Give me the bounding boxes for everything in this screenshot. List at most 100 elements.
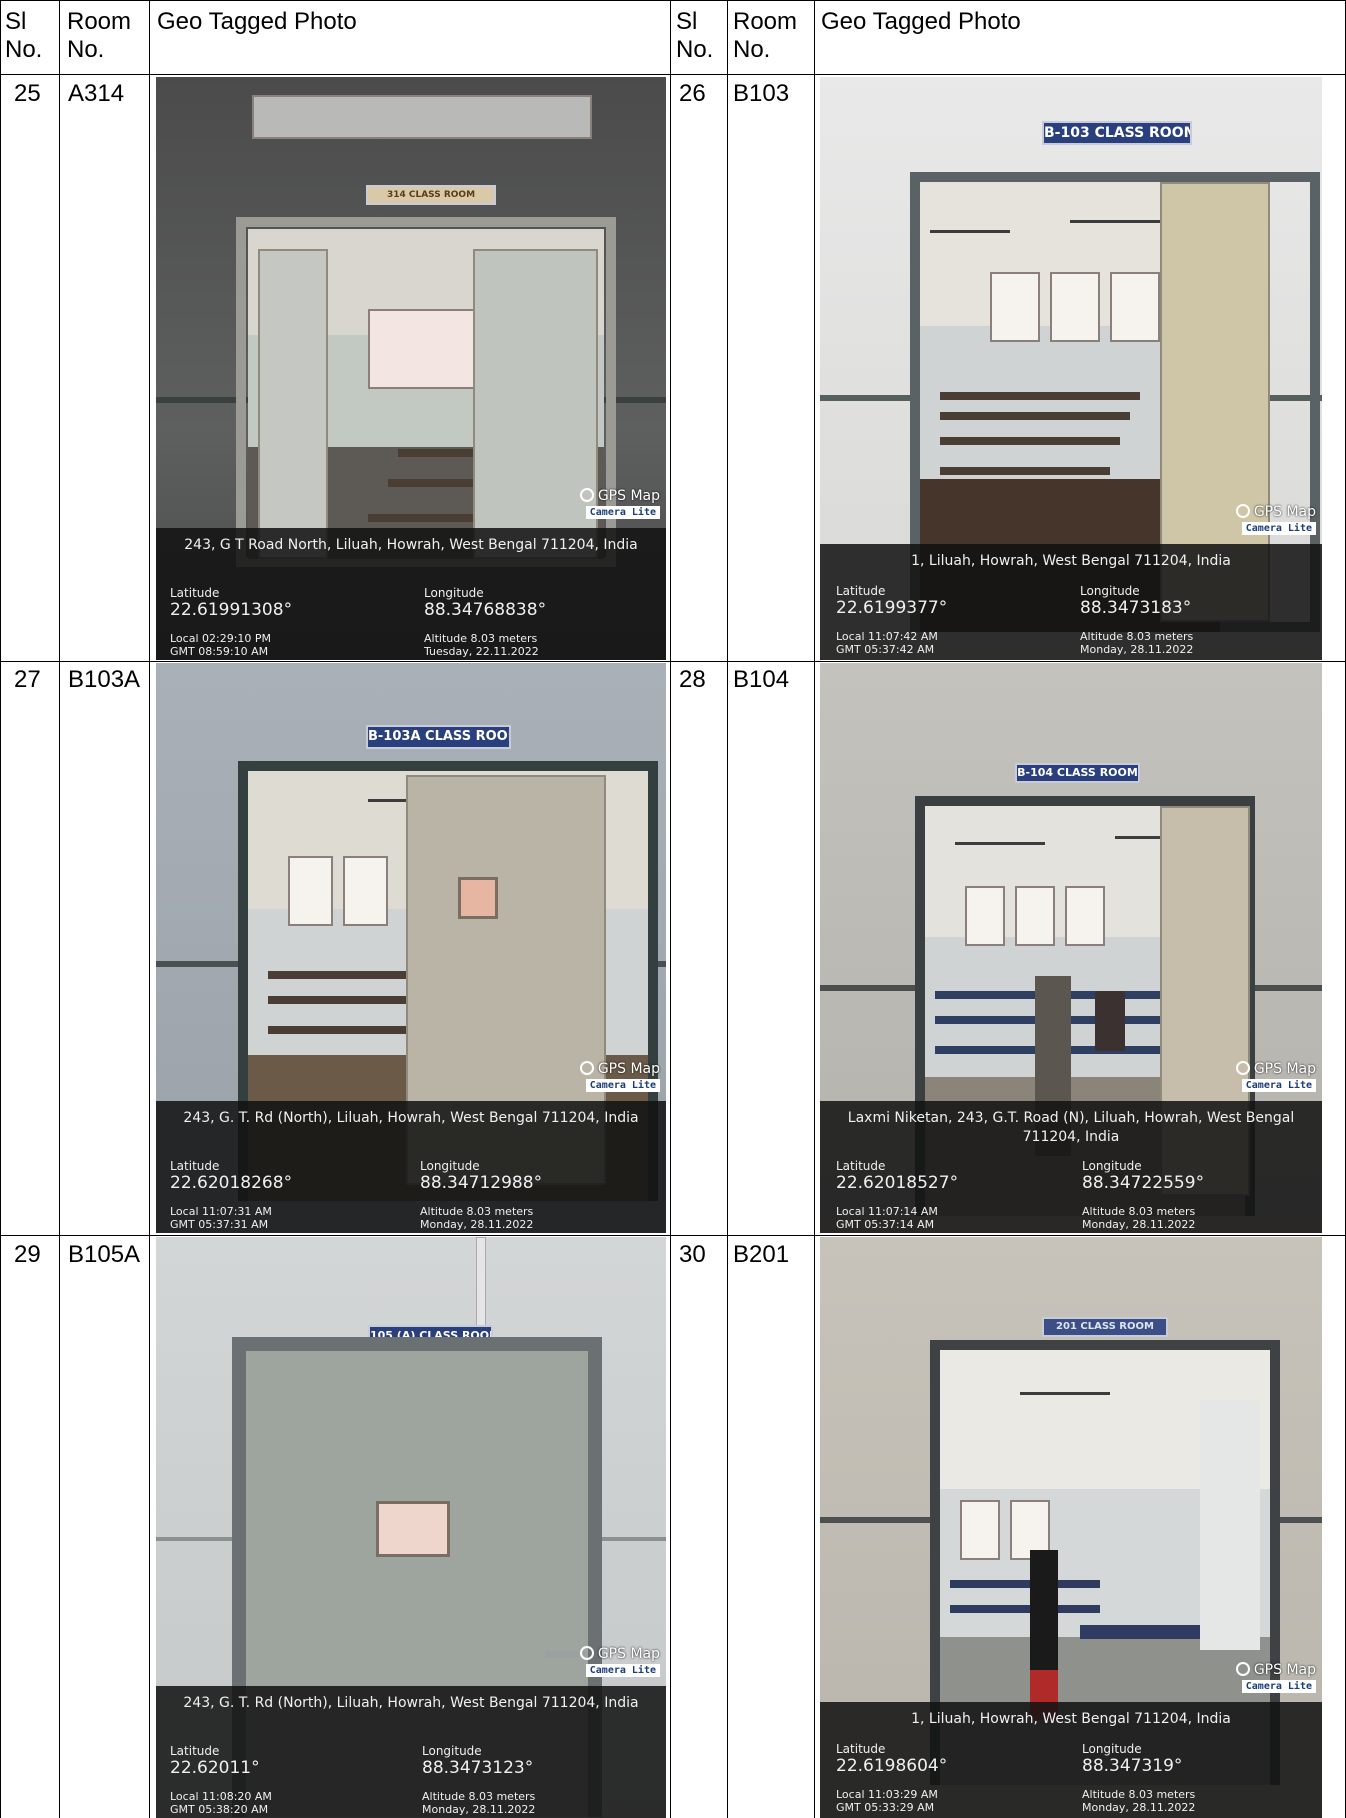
- latitude-label: Latitude: [836, 1742, 886, 1756]
- classroom-sign: 201 CLASS ROOM: [1042, 1317, 1168, 1337]
- header-photo: Geo Tagged Photo: [821, 8, 1021, 35]
- longitude-value: 88.34722559°: [1082, 1173, 1205, 1193]
- logo-text: GPS Map: [597, 1646, 660, 1662]
- room-number: B201: [733, 1241, 790, 1268]
- sl-number: 27: [14, 666, 41, 693]
- logo-text: GPS Map: [597, 1061, 660, 1077]
- sl-number: 26: [679, 80, 706, 107]
- camera-icon: [1235, 1061, 1250, 1075]
- local-time: Local 11:07:42 AM: [836, 630, 938, 643]
- altitude: Altitude 8.03 meters: [424, 632, 538, 645]
- latitude-value: 22.62018527°: [836, 1173, 959, 1193]
- longitude-value: 88.3473183°: [1080, 598, 1192, 618]
- room-number: B105A: [68, 1241, 141, 1268]
- geo-tagged-photo: B-103A CLASS ROOM GPS Map Camera Lite 24…: [156, 663, 666, 1233]
- classroom-sign: B-103 CLASS ROOM: [1042, 121, 1192, 145]
- latitude-value: 22.6198604°: [836, 1756, 948, 1776]
- gps-map-camera-logo: GPS Map Camera Lite: [1216, 504, 1316, 538]
- latitude-label: Latitude: [170, 586, 220, 600]
- latitude-label: Latitude: [836, 1159, 886, 1173]
- logo-text: GPS Map: [1253, 1662, 1316, 1678]
- classroom-sign: B-103A CLASS ROOM: [366, 725, 511, 749]
- local-time: Local 02:29:10 PM: [170, 632, 272, 645]
- date: Monday, 28.11.2022: [1082, 1218, 1196, 1231]
- header-sl: Sl No.: [676, 8, 713, 64]
- header-sl-line2: No.: [676, 36, 714, 63]
- room-number: A314: [68, 80, 125, 107]
- grid-line: [149, 0, 150, 1818]
- logo-subtext: Camera Lite: [585, 1079, 660, 1092]
- header-room-line1: Room: [67, 8, 132, 35]
- grid-line: [59, 0, 60, 1818]
- gps-map-camera-logo: GPS Map Camera Lite: [560, 1646, 660, 1680]
- geo-info-overlay: 1, Liluah, Howrah, West Bengal 711204, I…: [820, 544, 1322, 660]
- sl-number: 30: [679, 1241, 706, 1268]
- camera-icon: [579, 488, 594, 502]
- header-sl: Sl No.: [5, 8, 42, 64]
- header-sl-line2: No.: [5, 36, 43, 63]
- longitude-value: 88.34712988°: [420, 1173, 543, 1193]
- camera-icon: [1235, 504, 1250, 518]
- altitude: Altitude 8.03 meters: [1082, 1788, 1196, 1801]
- grid-line: [727, 0, 728, 1818]
- logo-subtext: Camera Lite: [585, 506, 660, 519]
- header-room-line2: No.: [733, 36, 771, 63]
- camera-icon: [579, 1646, 594, 1660]
- date: Monday, 28.11.2022: [1080, 643, 1194, 656]
- gmt-time: GMT 05:33:29 AM: [836, 1801, 935, 1814]
- latitude-label: Latitude: [170, 1159, 220, 1173]
- local-time: Local 11:03:29 AM: [836, 1788, 938, 1801]
- latitude-label: Latitude: [836, 584, 886, 598]
- room-number: B103: [733, 80, 790, 107]
- header-sl-line1: Sl: [5, 8, 27, 35]
- grid-line: [814, 0, 815, 1818]
- logo-text: GPS Map: [1253, 504, 1316, 520]
- geo-info-overlay: 243, G. T. Rd (North), Liluah, Howrah, W…: [156, 1101, 666, 1233]
- grid-line: [0, 661, 1346, 662]
- longitude-label: Longitude: [1082, 1742, 1142, 1756]
- grid-line: [0, 0, 1346, 1]
- address: 1, Liluah, Howrah, West Bengal 711204, I…: [911, 553, 1231, 569]
- date: Monday, 28.11.2022: [420, 1218, 534, 1231]
- address: 243, G. T. Rd (North), Liluah, Howrah, W…: [183, 1110, 639, 1126]
- geo-info-overlay: Laxmi Niketan, 243, G.T. Road (N), Lilua…: [820, 1101, 1322, 1233]
- sl-number: 25: [14, 80, 41, 107]
- header-room: Room No.: [733, 8, 797, 64]
- geo-info-overlay: 1, Liluah, Howrah, West Bengal 711204, I…: [820, 1702, 1322, 1818]
- date: Monday, 28.11.2022: [422, 1803, 536, 1816]
- header-photo: Geo Tagged Photo: [157, 8, 357, 35]
- latitude-value: 22.61991308°: [170, 600, 293, 620]
- longitude-value: 88.34768838°: [424, 600, 547, 620]
- header-room-line2: No.: [67, 36, 105, 63]
- grid-line: [0, 0, 1, 1818]
- geo-tagged-photo: B-103 CLASS ROOM GPS Map Camera Lite 1, …: [820, 77, 1322, 660]
- grid-line: [0, 1235, 1346, 1236]
- header-room-line1: Room: [733, 8, 798, 35]
- gps-map-camera-logo: GPS Map Camera Lite: [1216, 1662, 1316, 1696]
- gmt-time: GMT 05:38:20 AM: [170, 1803, 269, 1816]
- address: 243, G. T. Rd (North), Liluah, Howrah, W…: [183, 1695, 639, 1711]
- logo-subtext: Camera Lite: [1241, 1680, 1316, 1693]
- room-number: B104: [733, 666, 790, 693]
- latitude-value: 22.62018268°: [170, 1173, 293, 1193]
- date: Tuesday, 22.11.2022: [424, 645, 539, 658]
- longitude-label: Longitude: [422, 1744, 482, 1758]
- sl-number: 28: [679, 666, 706, 693]
- geo-info-overlay: 243, G T Road North, Liluah, Howrah, Wes…: [156, 528, 666, 660]
- gmt-time: GMT 05:37:14 AM: [836, 1218, 935, 1231]
- longitude-label: Longitude: [1080, 584, 1140, 598]
- geo-tagged-photo: 314 CLASS ROOM GPS Map Camera Lite 243, …: [156, 77, 666, 660]
- gmt-time: GMT 05:37:42 AM: [836, 643, 935, 656]
- camera-icon: [1235, 1662, 1250, 1676]
- geo-tagged-photo: 105 (A) CLASS ROOM GPS Map Camera Lite 2…: [156, 1237, 666, 1818]
- local-time: Local 11:08:20 AM: [170, 1790, 272, 1803]
- longitude-label: Longitude: [424, 586, 484, 600]
- gmt-time: GMT 05:37:31 AM: [170, 1218, 269, 1231]
- logo-text: GPS Map: [1253, 1061, 1316, 1077]
- local-time: Local 11:07:31 AM: [170, 1205, 272, 1218]
- logo-text: GPS Map: [597, 488, 660, 504]
- longitude-value: 88.347319°: [1082, 1756, 1183, 1776]
- grid-line: [670, 0, 671, 1818]
- logo-subtext: Camera Lite: [585, 1664, 660, 1677]
- header-sl-line1: Sl: [676, 8, 698, 35]
